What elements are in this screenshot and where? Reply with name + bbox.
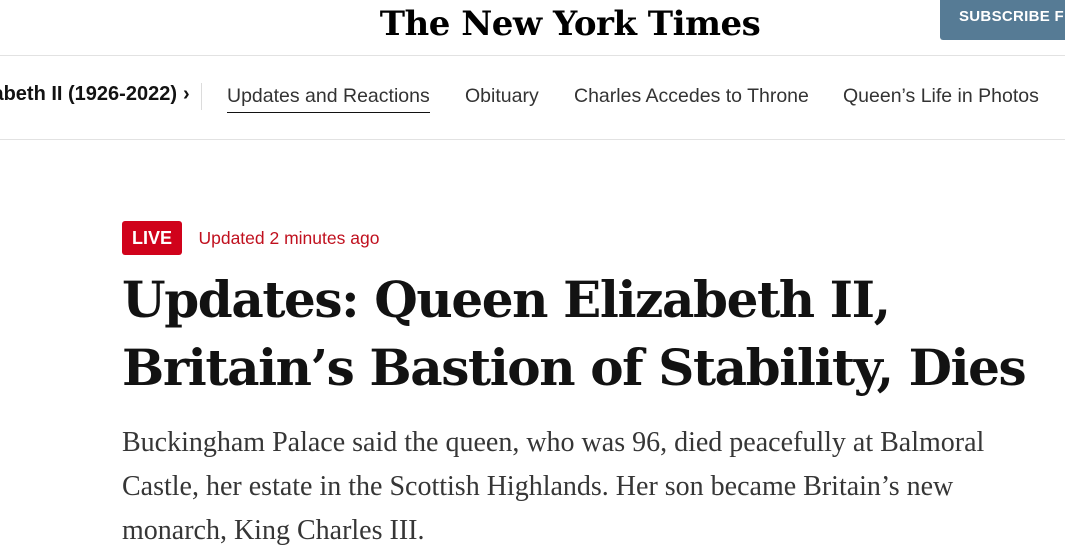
- live-badge: LIVE: [122, 221, 183, 255]
- nav-item-obituary[interactable]: Obituary: [465, 84, 539, 108]
- chevron-right-icon: ›: [182, 83, 190, 105]
- live-status-row: LIVE Updated 2 minutes ago: [122, 221, 379, 255]
- nav-item-queens-life-photos[interactable]: Queen’s Life in Photos: [843, 84, 1039, 108]
- article-headline: Updates: Queen Elizabeth II, Britain’s B…: [122, 270, 1027, 397]
- nav-divider: [201, 83, 202, 110]
- section-nav: Elizabeth II (1926-2022)› Updates and Re…: [0, 55, 1065, 140]
- updated-timestamp: Updated 2 minutes ago: [198, 227, 380, 248]
- nyt-logo[interactable]: The New York Times: [0, 2, 1065, 46]
- masthead: The New York Times SUBSCRIBE F: [0, 0, 1065, 56]
- nav-item-charles-accedes[interactable]: Charles Accedes to Throne: [574, 84, 809, 108]
- subscribe-button[interactable]: SUBSCRIBE F: [940, 0, 1065, 40]
- nav-item-updates-and-reactions[interactable]: Updates and Reactions: [227, 84, 430, 113]
- article-summary: Buckingham Palace said the queen, who wa…: [122, 427, 985, 546]
- section-parent-link[interactable]: Elizabeth II (1926-2022)›: [0, 83, 190, 106]
- section-parent-label: Elizabeth II (1926-2022): [0, 83, 177, 105]
